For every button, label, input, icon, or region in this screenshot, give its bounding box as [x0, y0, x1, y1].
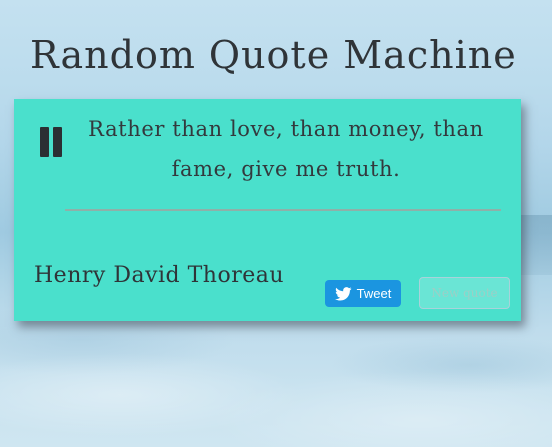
quote-text: Rather than love, than money, than fame,…	[88, 117, 484, 181]
tweet-button-label: Tweet	[356, 286, 392, 301]
twitter-bird-icon	[334, 286, 352, 301]
tweet-button[interactable]: Tweet	[325, 280, 401, 307]
quote-card: Rather than love, than money, than fame,…	[14, 99, 521, 321]
quote-author: Henry David Thoreau	[34, 263, 285, 288]
quote-icon	[38, 127, 64, 157]
divider	[65, 209, 501, 211]
new-quote-button[interactable]: New quote	[419, 277, 510, 309]
new-quote-button-label: New quote	[431, 286, 498, 300]
page-title: Random Quote Machine	[30, 33, 517, 77]
